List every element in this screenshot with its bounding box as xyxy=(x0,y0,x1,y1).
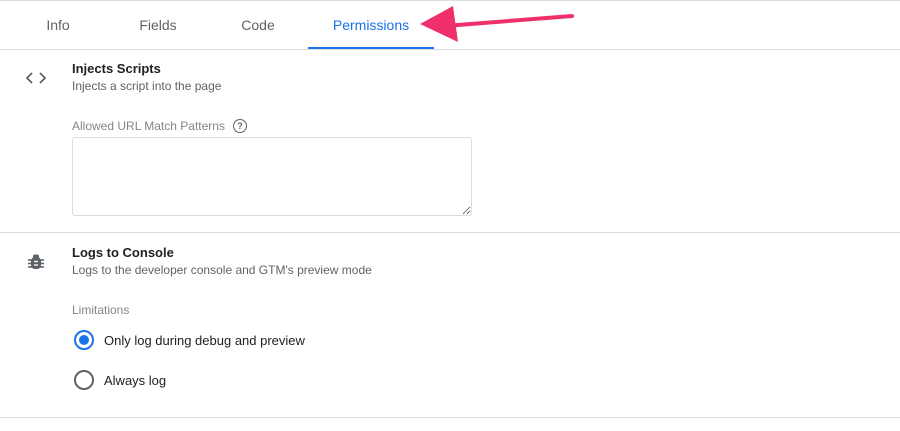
permission-logs-to-console: Logs to Console Logs to the developer co… xyxy=(0,233,900,418)
radio-unchecked-icon[interactable] xyxy=(74,370,94,390)
radio-label: Only log during debug and preview xyxy=(104,332,305,348)
limitations-label-text: Limitations xyxy=(72,303,130,317)
code-brackets-icon xyxy=(24,66,48,90)
section-description: Logs to the developer console and GTM's … xyxy=(72,263,372,277)
tab-fields-label: Fields xyxy=(139,17,177,33)
radio-label: Always log xyxy=(104,372,167,388)
tab-bar: Info Fields Code Permissions xyxy=(0,1,900,50)
tab-code-label: Code xyxy=(241,17,275,33)
allowed-url-label: Allowed URL Match Patterns xyxy=(72,119,225,133)
allowed-url-patterns-input[interactable] xyxy=(72,137,472,216)
limitations-label: Limitations xyxy=(72,303,129,317)
tab-permissions[interactable]: Permissions xyxy=(308,1,434,49)
bug-icon xyxy=(24,250,48,274)
radio-option-always-log[interactable]: Always log xyxy=(72,368,166,392)
section-description: Injects a script into the page xyxy=(72,79,222,93)
tab-permissions-label: Permissions xyxy=(332,17,410,33)
field-label: Allowed URL Match Patterns ? xyxy=(72,119,247,133)
radio-checked-icon[interactable] xyxy=(74,330,94,350)
section-title: Logs to Console xyxy=(72,245,174,260)
radio-option-debug-preview[interactable]: Only log during debug and preview xyxy=(72,328,305,352)
tab-info-label: Info xyxy=(46,17,70,33)
tab-info[interactable]: Info xyxy=(18,1,98,49)
section-title: Injects Scripts xyxy=(72,61,161,76)
active-tab-indicator xyxy=(308,47,434,49)
tab-code[interactable]: Code xyxy=(218,1,298,49)
permission-injects-scripts: Injects Scripts Injects a script into th… xyxy=(0,50,900,233)
tab-fields[interactable]: Fields xyxy=(118,1,198,49)
help-circle-icon[interactable]: ? xyxy=(232,119,247,133)
